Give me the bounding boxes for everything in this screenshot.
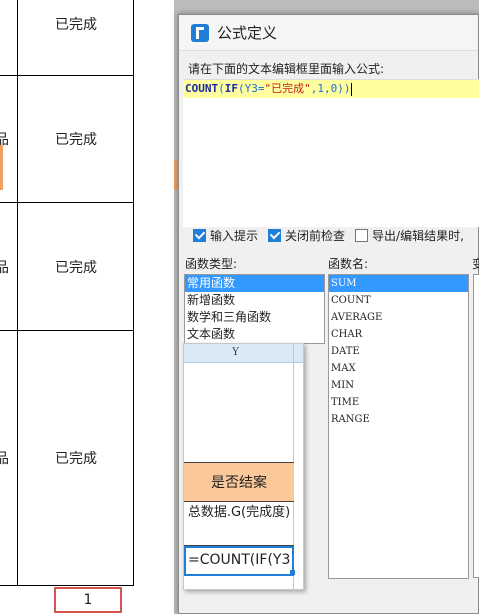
status-cell[interactable]: 已完成 bbox=[18, 129, 134, 149]
list-item[interactable]: 数学和三角函数 bbox=[185, 309, 324, 326]
list-item[interactable]: TIME bbox=[329, 394, 468, 411]
dialog-prompt: 请在下面的文本编辑框里面输入公式: bbox=[188, 62, 385, 76]
list-item[interactable]: MIN bbox=[329, 377, 468, 394]
column-header-label: Y bbox=[232, 347, 239, 358]
category-cell: 品 bbox=[0, 203, 18, 330]
list-item[interactable]: CHAR bbox=[329, 326, 468, 343]
status-cell[interactable]: 已完成 bbox=[18, 257, 134, 277]
formula-cell[interactable]: =COUNT(IF(Y3 bbox=[184, 546, 294, 576]
status-cell[interactable]: 已完成 bbox=[18, 448, 134, 468]
list-item[interactable]: AVERAGE bbox=[329, 309, 468, 326]
func-name-label: 函数名: bbox=[328, 257, 369, 271]
orange-marker bbox=[0, 145, 3, 190]
input-hint-checkbox[interactable]: 输入提示 bbox=[193, 227, 258, 244]
formula-token: = bbox=[257, 82, 265, 95]
formula-token: ,1,0)) bbox=[310, 82, 351, 95]
formula-token: ( bbox=[218, 82, 225, 95]
variable-list[interactable] bbox=[473, 274, 479, 578]
category-cell: 品 bbox=[0, 331, 18, 585]
data-cell[interactable]: 总数据.G(完成度) bbox=[184, 502, 294, 546]
check-on-close-label: 关闭前检查 bbox=[285, 228, 346, 243]
fill-handle[interactable] bbox=[290, 570, 295, 575]
checkbox-checked-icon[interactable] bbox=[193, 228, 206, 242]
table-row: 品 已完成 bbox=[0, 331, 134, 586]
page-number-box[interactable]: 1 bbox=[54, 587, 122, 613]
table-row: 品 已完成 bbox=[0, 76, 134, 203]
app-logo-icon bbox=[191, 23, 209, 42]
list-item[interactable]: 新增函数 bbox=[185, 292, 324, 309]
variable-label: 变 bbox=[472, 257, 479, 271]
list-item[interactable]: MAX bbox=[329, 360, 468, 377]
table-row: 品 已完成 bbox=[0, 203, 134, 331]
text-caret bbox=[350, 82, 352, 96]
formula-editor[interactable]: COUNT(IF(Y3="已完成",1,0)) bbox=[183, 79, 479, 227]
sheet-preview-popup: Y 是否结案 总数据.G(完成度) =COUNT(IF(Y3 bbox=[183, 343, 304, 590]
dialog-titlebar[interactable]: 公式定义 bbox=[179, 15, 478, 51]
func-type-label: 函数类型: bbox=[185, 257, 238, 271]
table-row: 已完成 bbox=[0, 0, 134, 76]
list-item[interactable]: SUM bbox=[329, 275, 468, 292]
formula-token: Y3 bbox=[244, 82, 258, 95]
formula-line[interactable]: COUNT(IF(Y3="已完成",1,0)) bbox=[183, 80, 479, 98]
page-gap bbox=[134, 0, 174, 614]
page: 已完成 品 已完成 品 已完成 品 已完成 1 公式定义 请在下面的文本编辑框里… bbox=[0, 0, 479, 614]
report-table: 已完成 品 已完成 品 已完成 品 已完成 bbox=[0, 0, 134, 586]
header-cell[interactable]: 是否结案 bbox=[184, 462, 294, 502]
status-cell[interactable]: 已完成 bbox=[18, 14, 134, 34]
func-type-list[interactable]: 常用函数 新增函数 数学和三角函数 文本函数 bbox=[184, 274, 325, 344]
list-item[interactable]: 文本函数 bbox=[185, 326, 324, 343]
input-hint-label: 输入提示 bbox=[210, 228, 259, 243]
category-text: 品 bbox=[0, 451, 9, 467]
list-item[interactable]: RANGE bbox=[329, 411, 468, 428]
formula-token: COUNT bbox=[185, 82, 219, 95]
list-item[interactable]: COUNT bbox=[329, 292, 468, 309]
column-header: Y bbox=[184, 344, 303, 363]
category-text: 品 bbox=[0, 259, 9, 276]
formula-token: IF bbox=[224, 82, 238, 95]
check-on-close-checkbox[interactable]: 关闭前检查 bbox=[268, 227, 345, 244]
export-edit-checkbox[interactable]: 导出/编辑结果时, bbox=[355, 227, 464, 244]
checkbox-unchecked-icon[interactable] bbox=[355, 228, 369, 242]
formula-token: ( bbox=[238, 82, 245, 95]
checkbox-checked-icon[interactable] bbox=[268, 228, 282, 242]
formula-token: "已完成" bbox=[264, 82, 311, 95]
func-name-list[interactable]: SUM COUNT AVERAGE CHAR DATE MAX MIN TIME… bbox=[328, 274, 469, 579]
dialog-title: 公式定义 bbox=[217, 24, 278, 42]
options-row: 输入提示 关闭前检查 导出/编辑结果时, bbox=[193, 226, 474, 244]
list-item[interactable]: 常用函数 bbox=[185, 275, 324, 292]
category-cell bbox=[0, 0, 18, 75]
export-edit-label: 导出/编辑结果时, bbox=[372, 228, 464, 243]
list-item[interactable]: DATE bbox=[329, 343, 468, 360]
